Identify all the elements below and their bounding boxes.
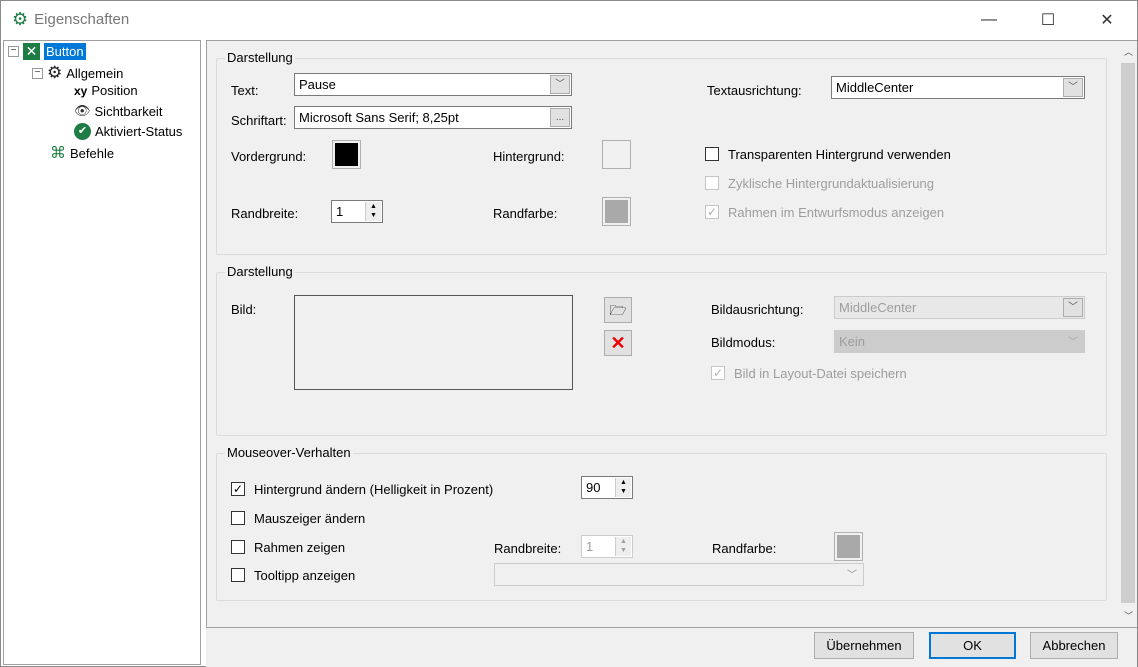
group-legend: Darstellung [225,264,295,279]
cancel-button[interactable]: Abbrechen [1030,632,1118,659]
gear-icon: ⚙ [12,9,29,29]
text-align-label: Textausrichtung: [707,83,802,98]
apply-button[interactable]: Übernehmen [814,632,914,659]
cyclic-label: Zyklische Hintergrundaktualisierung [728,176,934,191]
chevron-down-icon: ﹀ [1068,337,1078,348]
title-bar: ⚙ Eigenschaften [12,9,129,30]
font-label: Schriftart: [231,113,287,128]
frame-design-label: Rahmen im Entwurfsmodus anzeigen [728,205,945,220]
frame-label: Rahmen zeigen [254,540,346,555]
check-circle-icon: ✔ [74,123,91,140]
image-align-combobox[interactable]: MiddleCenter ﹀ [834,296,1085,319]
text-align-combobox[interactable]: MiddleCenter ﹀ [831,76,1085,99]
xy-icon: xy [74,83,88,98]
group-legend: Darstellung [225,50,295,65]
border-width-label: Randbreite: [231,206,299,221]
scroll-up-icon[interactable]: ︿ [1124,45,1133,58]
eye-icon: 👁 [74,103,91,118]
tooltip-combobox[interactable]: ﹀ [494,563,864,586]
font-field[interactable]: Microsoft Sans Serif; 8,25pt... [294,106,572,129]
mo-border-width-spinner[interactable]: 1 ▲ ▼ [581,535,633,558]
frame-checkbox[interactable] [231,540,245,554]
text-label: Text: [231,83,259,98]
bg-change-label: Hintergrund ändern (Helligkeit in Prozen… [254,482,494,497]
foreground-color-swatch[interactable] [332,140,361,169]
tree-item-aktiviert-status[interactable]: ✔ Aktiviert-Status [74,123,182,140]
image-mode-value: Kein [839,334,866,349]
cursor-checkbox[interactable] [231,511,245,525]
close-button[interactable]: ✕ [1084,0,1130,40]
chevron-down-icon[interactable]: ﹀ [550,75,570,94]
text-align-value: MiddleCenter [836,80,914,95]
chevron-down-icon[interactable]: ﹀ [1063,78,1083,97]
tree-item-allgemein[interactable]: − ⚙ Allgemein [32,63,123,83]
folder-icon: 🗁 [609,302,627,318]
button-bar: Übernehmen OK Abbrechen [206,628,1137,667]
image-label: Bild: [231,302,257,317]
save-image-label: Bild in Layout-Datei speichern [734,366,907,381]
cursor-label: Mauszeiger ändern [254,511,366,526]
button-icon: ✕ [23,43,40,60]
scroll-down-icon[interactable]: ﹀ [1124,609,1133,622]
text-value: Pause [299,77,336,92]
command-icon: ⌘ [50,145,66,162]
text-combobox[interactable]: Pause ﹀ [294,73,572,96]
background-label: Hintergrund: [493,149,565,164]
cyclic-checkbox[interactable] [705,176,719,190]
font-browse-button[interactable]: ... [550,108,570,127]
tree-item-befehle[interactable]: ⌘ Befehle [50,143,114,163]
open-folder-button[interactable]: 🗁 [604,297,632,323]
border-width-spinner[interactable]: 1 ▲ ▼ [331,200,383,223]
spinner-arrows-icon[interactable]: ▲ ▼ [615,478,631,497]
mo-border-color-label: Randfarbe: [712,541,777,556]
mo-border-width-value: 1 [586,539,594,554]
border-width-value: 1 [336,204,344,219]
background-color-swatch[interactable] [602,140,631,169]
image-align-value: MiddleCenter [839,300,917,315]
maximize-button[interactable]: ☐ [1025,0,1071,40]
tooltip-label: Tooltipp anzeigen [254,568,356,583]
brightness-value: 90 [586,480,601,495]
red-x-icon: ✕ [610,333,626,353]
collapse-icon[interactable]: − [32,67,43,79]
frame-design-checkbox[interactable]: ✓ [705,205,719,219]
tree-item-button[interactable]: − ✕ Button [8,43,86,60]
window-title: Eigenschaften [34,11,130,28]
border-color-label: Randfarbe: [493,206,558,221]
chevron-down-icon: ﹀ [847,570,857,581]
save-image-checkbox[interactable]: ✓ [711,366,725,380]
properties-panel: Darstellung Text: Pause ﹀ Schriftart: Mic… [206,40,1137,628]
remove-image-button[interactable]: ✕ [604,330,632,356]
minimize-button[interactable]: — [966,0,1012,40]
image-preview [294,295,573,390]
chevron-down-icon[interactable]: ﹀ [1063,298,1083,317]
foreground-label: Vordergrund: [231,149,307,164]
collapse-icon[interactable]: − [8,46,19,57]
spinner-arrows-icon[interactable]: ▲ ▼ [365,202,381,221]
scrollbar-thumb[interactable] [1121,63,1135,603]
gear-icon: ⚙ [47,63,63,82]
property-tree: − ✕ Button − ⚙ Allgemein xy Position 👁 Sic… [3,40,201,665]
ok-button[interactable]: OK [929,632,1016,659]
bg-change-checkbox[interactable]: ✓ [231,482,245,496]
brightness-spinner[interactable]: 90 ▲ ▼ [581,476,633,499]
tree-item-position[interactable]: xy Position [74,83,138,98]
border-color-swatch[interactable] [602,197,631,226]
image-mode-combobox[interactable]: Kein ﹀ [834,330,1085,353]
transparent-checkbox[interactable] [705,147,719,161]
mo-border-width-label: Randbreite: [494,541,562,556]
image-mode-label: Bildmodus: [711,335,776,350]
group-legend: Mouseover-Verhalten [225,445,353,460]
image-align-label: Bildausrichtung: [711,302,804,317]
vertical-scrollbar[interactable]: ︿ ﹀ [1119,41,1137,627]
spinner-arrows-icon[interactable]: ▲ ▼ [615,537,631,556]
transparent-label: Transparenten Hintergrund verwenden [728,147,951,162]
font-value: Microsoft Sans Serif; 8,25pt [299,110,459,125]
tree-item-sichtbarkeit[interactable]: 👁 Sichtbarkeit [74,103,162,119]
tooltip-checkbox[interactable] [231,568,245,582]
mo-border-color-swatch[interactable] [834,532,863,561]
